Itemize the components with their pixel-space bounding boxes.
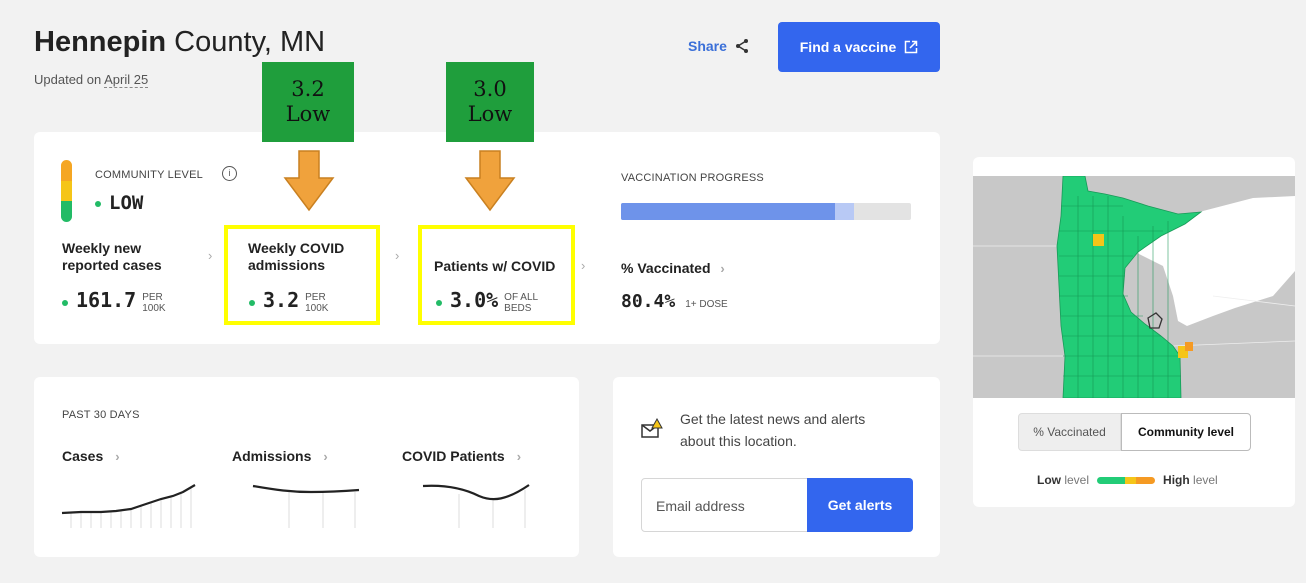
minnesota-map <box>973 176 1295 398</box>
email-input[interactable]: Email address <box>641 478 808 532</box>
chevron-right-icon[interactable]: › <box>208 248 212 263</box>
vaccination-progress-bar <box>621 203 911 220</box>
annotation-patients: 3.0 Low <box>446 62 534 142</box>
legend-gradient <box>1097 476 1156 484</box>
updated-date-link[interactable]: April 25 <box>104 72 149 88</box>
page-title: Hennepin County, MN <box>34 26 326 58</box>
metric-cases-value: 161.7 PER 100K <box>62 288 166 314</box>
community-level-label: COMMUNITY LEVEL <box>95 169 203 181</box>
mail-alert-icon <box>641 418 663 438</box>
chevron-right-icon: › <box>323 449 328 464</box>
arrow-down-icon <box>464 150 516 212</box>
admissions-chart-link[interactable]: Admissions › <box>232 448 328 465</box>
metric-cases-label[interactable]: Weekly new reported cases <box>62 240 162 274</box>
level-bar-medium <box>61 180 72 202</box>
toggle-vaccinated[interactable]: % Vaccinated <box>1018 413 1121 451</box>
get-alerts-button[interactable]: Get alerts <box>807 478 913 532</box>
cases-sparkline <box>61 484 196 528</box>
highlight-box-admissions <box>224 225 380 325</box>
toggle-community-level[interactable]: Community level <box>1121 413 1251 451</box>
find-vaccine-button[interactable]: Find a vaccine <box>778 22 940 72</box>
arrow-down-icon <box>283 150 335 212</box>
share-button[interactable]: Share <box>688 38 750 54</box>
alerts-text: Get the latest news and alerts about this… <box>680 411 866 449</box>
vaccinated-value: 80.4% 1+ DOSE <box>621 291 728 312</box>
chevron-right-icon: › <box>516 449 522 464</box>
chevron-right-icon: › <box>115 449 120 464</box>
annotation-admissions: 3.2 Low <box>262 62 354 142</box>
past-30-days-card <box>34 377 579 557</box>
past-30-days-title: PAST 30 DAYS <box>62 409 140 421</box>
level-bar-high <box>61 160 72 181</box>
covid-patients-chart-link[interactable]: COVID Patients › <box>402 448 521 465</box>
cases-chart-link[interactable]: Cases › <box>62 448 120 465</box>
chevron-right-icon: › <box>720 261 725 276</box>
chevron-right-icon[interactable]: › <box>581 258 585 273</box>
highlight-box-patients <box>418 225 575 325</box>
admissions-sparkline <box>252 484 360 528</box>
community-level-value: LOW <box>95 192 143 215</box>
vaccination-title: VACCINATION PROGRESS <box>621 172 764 184</box>
level-bar-low <box>61 201 72 222</box>
chevron-right-icon[interactable]: › <box>395 248 399 263</box>
legend-low-label: Low <box>1037 473 1061 487</box>
share-icon <box>735 39 748 53</box>
map-legend: Low level High level <box>1037 473 1218 487</box>
legend-high-label: High <box>1163 473 1190 487</box>
vaccination-progress-primary <box>621 203 835 220</box>
vaccinated-label[interactable]: % Vaccinated › <box>621 260 725 277</box>
covid-patients-sparkline <box>422 484 530 528</box>
share-label: Share <box>688 38 727 54</box>
updated-date: Updated on April 25 <box>34 72 149 88</box>
info-icon[interactable]: i <box>222 166 237 181</box>
updated-prefix: Updated on <box>34 72 105 87</box>
find-vaccine-label: Find a vaccine <box>799 39 897 55</box>
community-level-bar <box>61 160 72 222</box>
external-link-icon <box>904 40 918 54</box>
